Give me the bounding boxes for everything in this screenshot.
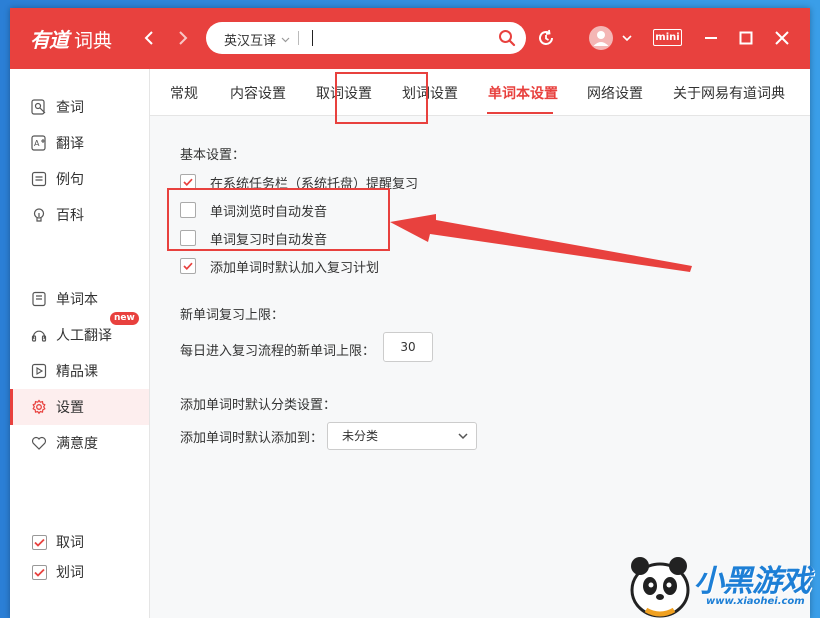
sidebar-item-label: 单词本	[56, 292, 98, 308]
history-icon[interactable]	[536, 28, 556, 48]
highlight-box-tab	[335, 72, 428, 124]
app-logo: 有道 词典	[30, 24, 112, 53]
sidebar-item-settings[interactable]: 设置	[10, 389, 149, 425]
course-icon	[31, 363, 47, 379]
watermark-text: 小黑游戏	[694, 564, 811, 599]
default-category-select[interactable]: 未分类	[327, 422, 477, 450]
language-select[interactable]: 英汉互译	[224, 30, 290, 49]
default-category-label: 添加单词时默认添加到：	[180, 431, 324, 446]
maximize-icon[interactable]	[737, 29, 755, 47]
mini-mode-button[interactable]: mini	[653, 29, 682, 46]
sidebar-item-courses[interactable]: 精品课	[10, 353, 149, 389]
sidebar-item-label: 百科	[56, 208, 84, 224]
search-icon[interactable]	[498, 29, 516, 47]
sidebar-item-label: 查词	[56, 100, 84, 116]
minimize-icon[interactable]	[702, 29, 720, 47]
sidebar-item-label: 例句	[56, 172, 84, 188]
text-caret	[312, 30, 313, 46]
chevron-down-icon[interactable]	[622, 35, 632, 42]
search-input[interactable]	[316, 28, 490, 50]
tab-about[interactable]: 关于网易有道词典	[673, 83, 785, 103]
tab-content-settings[interactable]: 内容设置	[230, 83, 286, 103]
default-category-title: 添加单词时默认分类设置：	[180, 398, 337, 413]
example-icon	[31, 171, 47, 187]
checkbox[interactable]	[32, 534, 47, 550]
search-box: 英汉互译	[206, 22, 526, 54]
logo-mark: 有道	[30, 28, 69, 52]
logo-text: 词典	[74, 30, 113, 52]
panda-mascot-icon	[630, 557, 690, 618]
watermark: 小黑游戏 www.xiaohei.com	[622, 550, 820, 618]
checkbox[interactable]	[180, 258, 196, 274]
settings-tabs: 常规 内容设置 取词设置 划词设置 单词本设置 网络设置 关于网易有道词典	[150, 69, 810, 116]
avatar-icon[interactable]	[589, 26, 613, 50]
review-limit-input[interactable]: 30	[383, 332, 433, 362]
chevron-left-icon	[144, 31, 153, 45]
highlight-box-options	[167, 188, 390, 251]
active-tab-underline	[487, 112, 553, 114]
back-button[interactable]	[138, 26, 160, 50]
wordbook-icon	[32, 291, 46, 307]
sidebar-toggle-label: 划词	[56, 565, 84, 581]
title-bar: 有道 词典 英汉互译 mini	[10, 8, 810, 69]
svg-text:A: A	[34, 139, 40, 148]
gear-icon	[32, 399, 46, 415]
check-icon	[183, 262, 193, 270]
new-badge: new	[110, 312, 139, 325]
app-window: 有道 词典 英汉互译 mini 查词 A 翻译 例句 百科 单词本 人工翻译 n…	[10, 8, 810, 618]
default-category-value: 未分类	[342, 429, 379, 443]
sidebar-item-human-translate[interactable]: 人工翻译 new	[10, 312, 149, 353]
check-icon	[183, 178, 193, 186]
check-icon	[34, 538, 45, 547]
sidebar-toggle-lookup[interactable]: 取词	[10, 529, 149, 555]
tab-general[interactable]: 常规	[170, 83, 198, 103]
sidebar-toggle-label: 取词	[56, 535, 84, 551]
sidebar-item-label: 翻译	[56, 136, 84, 152]
close-icon[interactable]	[773, 29, 791, 47]
review-limit-label: 每日进入复习流程的新单词上限：	[180, 344, 376, 359]
chevron-right-icon	[179, 31, 188, 45]
sidebar-item-examples[interactable]: 例句	[10, 161, 149, 197]
tab-wordbook-settings[interactable]: 单词本设置	[488, 83, 558, 103]
annotation-arrow-icon	[390, 214, 692, 272]
bulb-icon	[33, 208, 45, 222]
sidebar-toggle-select[interactable]: 划词	[10, 559, 149, 585]
tab-network-settings[interactable]: 网络设置	[587, 83, 643, 103]
review-limit-title: 新单词复习上限：	[180, 308, 285, 323]
sidebar-item-lookup[interactable]: 查词	[10, 89, 149, 125]
human-translate-icon	[31, 330, 47, 342]
forward-button[interactable]	[172, 26, 194, 50]
option-label: 添加单词时默认加入复习计划	[210, 260, 380, 276]
chevron-down-icon	[281, 37, 290, 42]
check-icon	[34, 568, 45, 577]
sidebar-item-label: 设置	[56, 400, 84, 416]
chevron-down-icon	[458, 433, 468, 440]
sidebar-item-translate[interactable]: A 翻译	[10, 125, 149, 161]
sidebar-item-label: 人工翻译	[56, 328, 112, 344]
sidebar: 查词 A 翻译 例句 百科 单词本 人工翻译 new 精品课 设置 满意度 取词…	[10, 69, 150, 618]
translate-icon: A	[31, 135, 46, 151]
option-add-to-review[interactable]: 添加单词时默认加入复习计划	[180, 256, 379, 276]
heart-icon	[31, 436, 47, 450]
search-doc-icon	[31, 99, 46, 115]
watermark-url: www.xiaohei.com	[706, 596, 805, 607]
checkbox[interactable]	[32, 564, 47, 580]
search-divider	[298, 31, 299, 45]
basic-settings-title: 基本设置：	[180, 148, 246, 163]
sidebar-item-satisfaction[interactable]: 满意度	[10, 425, 149, 461]
language-select-label: 英汉互译	[224, 34, 277, 49]
sidebar-item-label: 精品课	[56, 364, 98, 380]
sidebar-item-label: 满意度	[56, 436, 98, 452]
sidebar-item-encyclopedia[interactable]: 百科	[10, 197, 149, 233]
